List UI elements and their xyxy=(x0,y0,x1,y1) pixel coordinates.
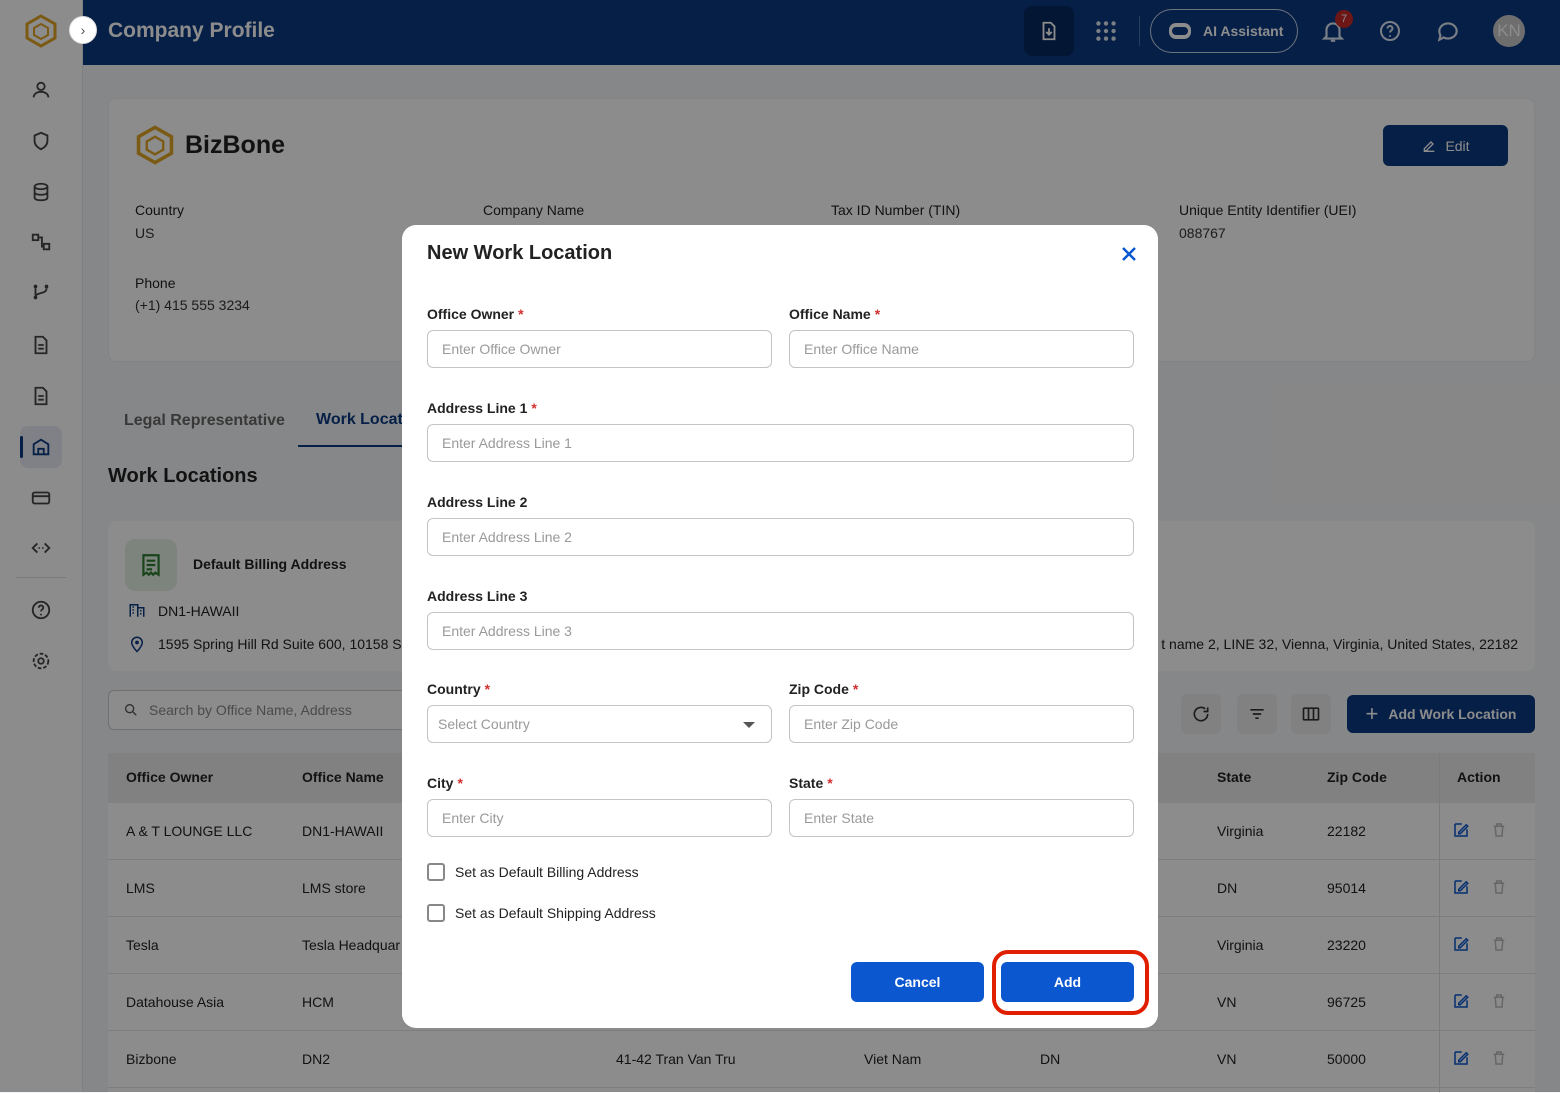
default-shipping-checkbox[interactable]: Set as Default Shipping Address xyxy=(427,904,656,922)
country-select[interactable]: Select Country xyxy=(427,705,772,743)
address-line-1-label: Address Line 1 * xyxy=(427,400,537,416)
caret-down-icon xyxy=(743,722,755,728)
office-owner-input[interactable] xyxy=(427,330,772,368)
address-line-2-label: Address Line 2 xyxy=(427,494,528,510)
address-line-3-label: Address Line 3 xyxy=(427,588,528,604)
add-button-highlight xyxy=(992,950,1149,1015)
country-select-placeholder: Select Country xyxy=(438,716,530,732)
country-label: Country * xyxy=(427,681,491,697)
zip-code-label: Zip Code * xyxy=(789,681,859,697)
default-billing-checkbox[interactable]: Set as Default Billing Address xyxy=(427,863,639,881)
checkbox-box[interactable] xyxy=(427,904,445,922)
close-icon[interactable] xyxy=(1119,244,1139,264)
address-line-1-input[interactable] xyxy=(427,424,1134,462)
office-name-input[interactable] xyxy=(789,330,1134,368)
chevron-right-icon: › xyxy=(80,22,86,38)
default-billing-label: Set as Default Billing Address xyxy=(455,864,639,880)
checkbox-box[interactable] xyxy=(427,863,445,881)
sidebar-expand-button[interactable]: › xyxy=(69,16,97,44)
address-line-3-input[interactable] xyxy=(427,612,1134,650)
address-line-2-input[interactable] xyxy=(427,518,1134,556)
default-shipping-label: Set as Default Shipping Address xyxy=(455,905,656,921)
state-label: State * xyxy=(789,775,833,791)
office-owner-label: Office Owner * xyxy=(427,306,524,322)
city-label: City * xyxy=(427,775,463,791)
zip-code-input[interactable] xyxy=(789,705,1134,743)
city-input[interactable] xyxy=(427,799,772,837)
new-work-location-modal: New Work Location Office Owner* Office N… xyxy=(402,225,1158,1028)
office-name-label: Office Name * xyxy=(789,306,881,322)
modal-title: New Work Location xyxy=(427,242,613,264)
cancel-button[interactable]: Cancel xyxy=(851,962,984,1002)
state-input[interactable] xyxy=(789,799,1134,837)
